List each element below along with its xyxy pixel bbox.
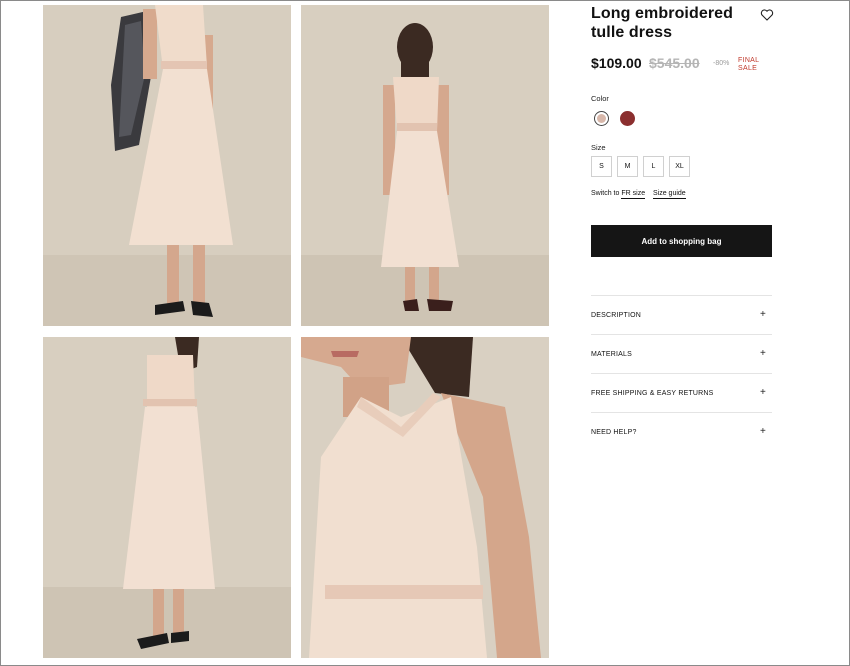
product-photo-front[interactable]	[43, 5, 291, 326]
switch-fr-size-link[interactable]: FR size	[621, 190, 646, 199]
color-swatch-nude[interactable]	[594, 111, 609, 126]
size-guide-link[interactable]: Size guide	[653, 190, 686, 199]
size-label: Size	[591, 143, 606, 152]
size-option-l[interactable]: L	[643, 156, 664, 177]
switch-size-system[interactable]: Switch to FR size	[591, 190, 646, 199]
accordion-materials[interactable]: MATERIALS +	[591, 334, 772, 374]
size-option-s[interactable]: S	[591, 156, 612, 177]
color-swatch-burgundy[interactable]	[620, 111, 635, 126]
plus-icon[interactable]: +	[760, 387, 766, 398]
plus-icon[interactable]: +	[760, 309, 766, 320]
color-label: Color	[591, 94, 609, 103]
product-photo-closeup[interactable]	[301, 337, 549, 658]
heart-icon[interactable]	[760, 8, 774, 22]
add-to-bag-button[interactable]: Add to shopping bag	[591, 225, 772, 257]
accordion-description[interactable]: DESCRIPTION +	[591, 295, 772, 335]
accordion-label: NEED HELP?	[591, 429, 637, 436]
plus-icon[interactable]: +	[760, 348, 766, 359]
size-option-xl[interactable]: XL	[669, 156, 690, 177]
size-option-m[interactable]: M	[617, 156, 638, 177]
price-row: $109.00 $545.00 -80% FINAL SALE	[591, 55, 772, 73]
current-price: $109.00	[591, 55, 642, 71]
final-sale-badge: FINAL SALE	[738, 57, 760, 72]
accordion-shipping-returns[interactable]: FREE SHIPPING & EASY RETURNS +	[591, 373, 772, 413]
product-photo-back[interactable]	[301, 5, 549, 326]
swatch-fill	[597, 114, 606, 123]
accordion-label: MATERIALS	[591, 351, 632, 358]
switch-prefix: Switch to	[591, 190, 622, 197]
accordion-label: DESCRIPTION	[591, 312, 642, 319]
accordion-need-help[interactable]: NEED HELP? +	[591, 412, 772, 452]
plus-icon[interactable]: +	[760, 426, 766, 437]
accordion-label: FREE SHIPPING & EASY RETURNS	[591, 390, 714, 397]
product-title: Long embroidered tulle dress	[591, 5, 734, 41]
discount-badge: -80%	[713, 60, 730, 67]
product-photo-side[interactable]	[43, 337, 291, 658]
original-price: $545.00	[649, 55, 700, 71]
